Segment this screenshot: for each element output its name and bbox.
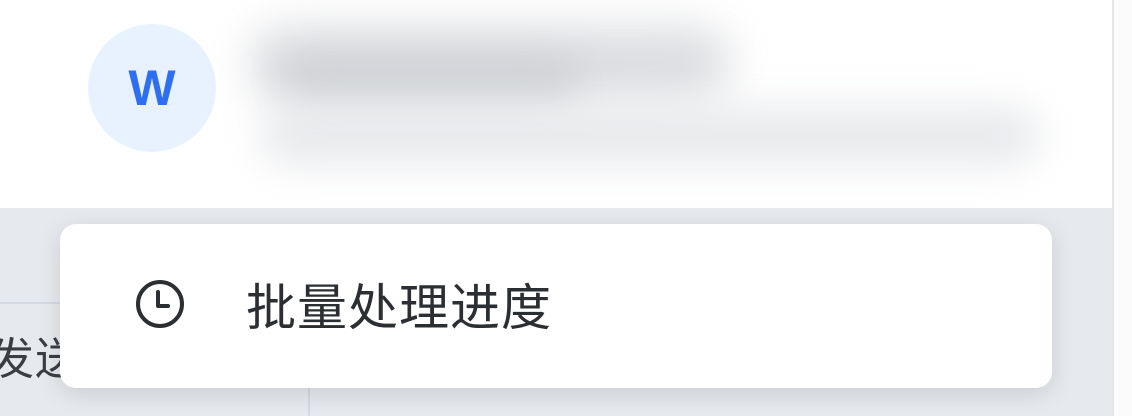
clock-icon xyxy=(132,276,188,332)
menu-item-label: 批量处理进度 xyxy=(246,279,552,337)
panel-border xyxy=(1112,0,1114,416)
user-header-panel: W xyxy=(0,0,1114,208)
app-viewport: W 发送短消息 批量处理进度 xyxy=(0,0,1132,416)
scroll-gutter xyxy=(1114,0,1132,416)
avatar-initial: W xyxy=(128,60,176,116)
dropdown-menu: 批量处理进度 xyxy=(60,224,1052,388)
blurred-user-subtitle xyxy=(260,108,1040,164)
blurred-user-name-detail xyxy=(280,60,580,100)
avatar[interactable]: W xyxy=(88,24,216,152)
menu-item-batch-progress[interactable]: 批量处理进度 xyxy=(60,224,1052,388)
